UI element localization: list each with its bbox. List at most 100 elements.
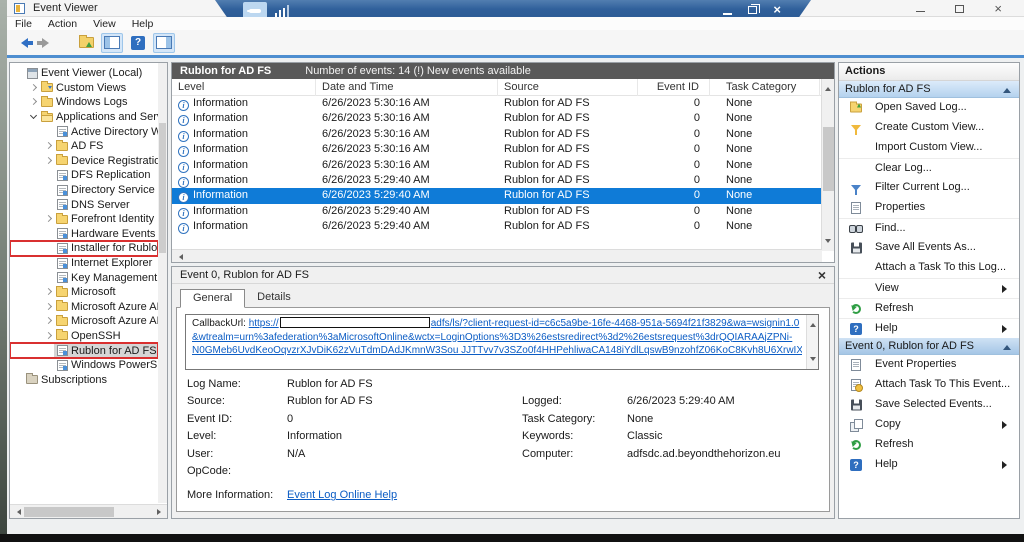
tree-item[interactable]: Installer for Rublon for Al <box>10 241 158 256</box>
chevron-right-icon[interactable] <box>29 83 39 93</box>
tree-item[interactable]: Forefront Identity Manag <box>10 212 158 227</box>
action-item[interactable]: Import Custom View... <box>839 138 1019 158</box>
chevron-right-icon[interactable] <box>44 214 54 224</box>
action-item[interactable]: Find... <box>839 218 1019 238</box>
column-header-datetime[interactable]: Date and Time <box>316 79 498 96</box>
chevron-down-icon[interactable] <box>29 112 39 122</box>
callback-url-link[interactable]: &wtrealm=urn%3afederation%3aMicrosoftOnl… <box>192 332 792 343</box>
collapse-icon[interactable] <box>1003 341 1011 350</box>
chevron-right-icon[interactable] <box>44 331 54 341</box>
scroll-up-icon[interactable] <box>810 320 816 327</box>
action-item[interactable]: Clear Log... <box>839 158 1019 178</box>
action-item[interactable]: Filter Current Log... <box>839 178 1019 198</box>
action-item[interactable]: Save Selected Events... <box>839 395 1019 415</box>
export-folder-icon[interactable] <box>75 33 97 53</box>
list-vertical-scrollbar[interactable] <box>821 79 834 251</box>
scroll-up-icon[interactable] <box>825 84 831 91</box>
chevron-right-icon[interactable] <box>44 316 54 326</box>
event-row[interactable]: iInformation6/26/2023 5:29:40 AMRublon f… <box>172 219 822 234</box>
tree-item[interactable]: Device Registration Servic <box>10 154 158 169</box>
tree-item[interactable]: OpenSSH <box>10 329 158 344</box>
scroll-left-icon[interactable] <box>14 509 21 515</box>
event-row[interactable]: iInformation6/26/2023 5:30:16 AMRublon f… <box>172 111 822 126</box>
action-item[interactable]: Attach Task To This Event... <box>839 375 1019 395</box>
tree-item[interactable]: DNS Server <box>10 197 158 212</box>
scroll-down-icon[interactable] <box>810 357 816 364</box>
tab-general[interactable]: General <box>180 289 245 308</box>
tab-details[interactable]: Details <box>245 289 303 308</box>
event-description-box[interactable]: CallbackUrl: https://adfs/ls/?client-req… <box>185 314 819 370</box>
tree-item[interactable]: AD FS <box>10 139 158 154</box>
action-item[interactable]: View <box>839 278 1019 298</box>
event-row[interactable]: iInformation6/26/2023 5:29:40 AMRublon f… <box>172 204 822 219</box>
tree-horizontal-scrollbar[interactable] <box>10 504 168 518</box>
tree-item[interactable]: Internet Explorer <box>10 256 158 271</box>
back-arrow-icon[interactable] <box>11 33 33 53</box>
menu-file[interactable]: File <box>7 18 40 30</box>
show-action-pane-icon[interactable] <box>153 33 175 53</box>
callback-url-link[interactable]: N0GMeb6UvdKeoOqvzrXJvDiK62zVuTdmDAdJKmnW… <box>192 345 802 356</box>
show-console-tree-icon[interactable] <box>101 33 123 53</box>
action-item[interactable]: Create Custom View... <box>839 118 1019 138</box>
menu-view[interactable]: View <box>85 18 124 30</box>
column-header-source[interactable]: Source <box>498 79 638 96</box>
tree-item[interactable]: Applications and Services Log <box>10 110 158 125</box>
collapse-icon[interactable] <box>1003 84 1011 93</box>
list-horizontal-scrollbar[interactable] <box>172 249 822 262</box>
action-item[interactable]: Refresh <box>839 435 1019 455</box>
scroll-right-icon[interactable] <box>157 509 164 515</box>
close-detail-icon[interactable]: × <box>818 267 826 283</box>
action-item[interactable]: Copy <box>839 415 1019 435</box>
tree-item[interactable]: Windows Logs <box>10 95 158 110</box>
column-header-level[interactable]: Level <box>172 79 316 96</box>
tree-item[interactable]: Windows PowerShell <box>10 358 158 373</box>
chevron-right-icon[interactable] <box>44 156 54 166</box>
action-item[interactable]: Refresh <box>839 298 1019 318</box>
tree-item[interactable]: Custom Views <box>10 81 158 96</box>
tree-item[interactable]: Event Viewer (Local) <box>10 66 158 81</box>
maximize-icon[interactable] <box>955 5 964 13</box>
chevron-right-icon[interactable] <box>29 97 39 107</box>
action-item[interactable]: Open Saved Log... <box>839 98 1019 118</box>
callback-url-link[interactable]: https:// <box>249 318 279 329</box>
chevron-right-icon[interactable] <box>44 141 54 151</box>
event-row[interactable]: iInformation6/26/2023 5:30:16 AMRublon f… <box>172 96 822 111</box>
action-item[interactable]: Attach a Task To this Log... <box>839 258 1019 278</box>
tree-vertical-scrollbar[interactable] <box>158 63 167 503</box>
menu-help[interactable]: Help <box>124 18 162 30</box>
action-item[interactable]: Properties <box>839 198 1019 218</box>
minimize-icon[interactable] <box>916 11 925 12</box>
action-item[interactable]: Help <box>839 318 1019 338</box>
description-scrollbar[interactable] <box>806 315 818 369</box>
rdp-close-icon[interactable]: × <box>773 3 781 17</box>
scroll-left-icon[interactable] <box>176 254 183 260</box>
event-row[interactable]: iInformation6/26/2023 5:30:16 AMRublon f… <box>172 127 822 142</box>
column-header-task_category[interactable]: Task Category <box>720 79 820 96</box>
tree-item[interactable]: Subscriptions <box>10 372 158 387</box>
tree-item[interactable]: Active Directory Web Serv <box>10 124 158 139</box>
tree-item[interactable]: Microsoft Azure AD Sync/ <box>10 314 158 329</box>
chevron-right-icon[interactable] <box>44 302 54 312</box>
callback-url-link[interactable]: adfs/ls/?client-request-id=c6c5a9be-16fe… <box>431 318 800 329</box>
action-item[interactable]: Event Properties <box>839 355 1019 375</box>
menu-action[interactable]: Action <box>40 18 85 30</box>
forward-arrow-icon[interactable] <box>37 33 59 53</box>
event-row[interactable]: iInformation6/26/2023 5:29:40 AMRublon f… <box>172 173 822 188</box>
help-icon[interactable] <box>127 33 149 53</box>
tree-item[interactable]: Rublon for AD FS <box>10 343 158 358</box>
tree-item[interactable]: Hardware Events <box>10 227 158 242</box>
tree-item[interactable]: Microsoft <box>10 285 158 300</box>
event-row[interactable]: iInformation6/26/2023 5:30:16 AMRublon f… <box>172 142 822 157</box>
chevron-right-icon[interactable] <box>44 287 54 297</box>
tree-item[interactable]: Directory Service <box>10 183 158 198</box>
tree-item[interactable]: DFS Replication <box>10 168 158 183</box>
rdp-minimize-icon[interactable] <box>723 13 732 15</box>
action-item[interactable]: Help <box>839 455 1019 475</box>
event-row[interactable]: iInformation6/26/2023 5:29:40 AMRublon f… <box>172 188 822 203</box>
actions-section-header[interactable]: Event 0, Rublon for AD FS <box>839 338 1019 355</box>
rdp-restore-icon[interactable] <box>748 6 757 14</box>
tree-item[interactable]: Key Management Service <box>10 270 158 285</box>
scroll-down-icon[interactable] <box>825 239 831 246</box>
action-item[interactable]: Save All Events As... <box>839 238 1019 258</box>
close-icon[interactable]: × <box>994 2 1002 15</box>
